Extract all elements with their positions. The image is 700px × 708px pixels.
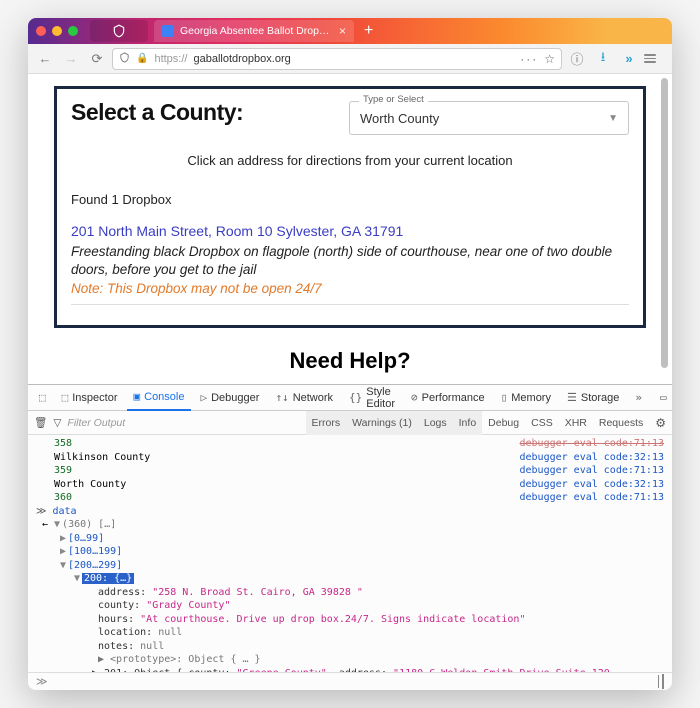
settings-icon[interactable]: ⚙ (649, 411, 672, 435)
tree-index-200[interactable]: ▼200: {…} (74, 572, 672, 586)
console-output[interactable]: 358debugger eval code:71:13 Wilkinson Co… (28, 435, 672, 672)
titlebar: Georgia Absentee Ballot Dropb… × + (28, 18, 672, 44)
address-bar[interactable]: 🔒 https:// gaballotdropbox.org ··· ☆ (112, 48, 562, 70)
page-scrollbar[interactable] (661, 78, 668, 384)
forward-button[interactable]: → (60, 51, 82, 66)
prompt-line: ≫ data (36, 505, 664, 519)
console-toolbar: 🗑 ▽ Filter Output Errors Warnings (1) Lo… (28, 411, 672, 435)
browser-window: Georgia Absentee Ballot Dropb… × + ← → ⟳… (28, 18, 672, 690)
minimize-window[interactable] (52, 26, 62, 36)
tab-inspector[interactable]: ⬚Inspector (55, 385, 125, 411)
app-menu-icon[interactable] (644, 54, 666, 63)
cat-logs[interactable]: Logs (418, 411, 453, 435)
tree-range[interactable]: ▼[200…299] (60, 559, 672, 573)
source-link[interactable]: debugger eval code:71:13 (520, 491, 665, 505)
inspector-picker-icon[interactable]: ⬚ (32, 385, 53, 411)
need-help-heading: Need Help? (54, 348, 646, 374)
cat-xhr[interactable]: XHR (559, 411, 593, 435)
found-text: Found 1 Dropbox (71, 192, 629, 207)
tab-network[interactable]: ↑↓Network (268, 385, 340, 411)
filter-input[interactable]: Filter Output (67, 417, 125, 429)
download-icon[interactable]: ⭳ (592, 48, 614, 70)
console-prompt-icon[interactable]: ≫ (36, 675, 48, 688)
tree-root[interactable]: ← ▼(360) […] (42, 518, 664, 532)
log-line: 359 (36, 464, 520, 478)
tab-console[interactable]: ▣Console (127, 385, 192, 411)
tree-range[interactable]: ▶[0…99] (60, 532, 672, 546)
source-link[interactable]: debugger eval code:32:13 (520, 451, 665, 465)
source-link[interactable]: debugger eval code:32:13 (520, 478, 665, 492)
obj-prop[interactable]: county: "Grady County" (98, 599, 672, 613)
back-button[interactable]: ← (34, 51, 56, 66)
tab-memory[interactable]: ▯Memory (494, 385, 558, 411)
county-select[interactable]: Type or Select Worth County ▼ (349, 101, 629, 135)
cat-css[interactable]: CSS (525, 411, 559, 435)
cat-debug[interactable]: Debug (482, 411, 525, 435)
cat-errors[interactable]: Errors (306, 411, 347, 435)
tab-style[interactable]: {}Style Editor (342, 385, 402, 411)
description-text: Freestanding black Dropbox on flagpole (… (71, 243, 629, 279)
note-text: Note: This Dropbox may not be open 24/7 (71, 281, 629, 296)
overflow-icon[interactable]: » (618, 51, 640, 66)
reload-button[interactable]: ⟳ (86, 51, 108, 67)
shield-icon[interactable] (90, 20, 148, 42)
obj-proto[interactable]: ▶ <prototype>: Object { … } (98, 653, 672, 667)
obj-prop[interactable]: address: "258 N. Broad St. Cairo, GA 398… (98, 586, 672, 600)
tabs-overflow-icon[interactable]: » (628, 385, 649, 411)
close-window[interactable] (36, 26, 46, 36)
dock-icon[interactable]: ▭ (653, 385, 672, 411)
tab-storage[interactable]: ☰Storage (560, 385, 626, 411)
devtools-footer: ≫ (28, 672, 672, 690)
select-legend: Type or Select (359, 94, 428, 105)
browser-tab[interactable]: Georgia Absentee Ballot Dropb… × (154, 20, 354, 42)
tab-debugger[interactable]: ▷Debugger (193, 385, 266, 411)
window-controls (36, 26, 78, 36)
bookmark-icon[interactable]: ☆ (544, 52, 555, 66)
new-tab-button[interactable]: + (364, 23, 373, 39)
page-actions-icon[interactable]: ··· (520, 52, 538, 66)
devtools-tabs: ⬚ ⬚Inspector ▣Console ▷Debugger ↑↓Networ… (28, 385, 672, 411)
tree-range[interactable]: ▶[100…199] (60, 545, 672, 559)
url-host: gaballotdropbox.org (193, 53, 290, 65)
county-card: Select a County: Type or Select Worth Co… (54, 86, 646, 328)
shield-small-icon (119, 52, 130, 66)
filter-icon[interactable]: ▽ (53, 417, 61, 429)
obj-prop[interactable]: notes: null (98, 640, 672, 654)
cat-requests[interactable]: Requests (593, 411, 649, 435)
chevron-down-icon: ▼ (608, 113, 618, 124)
source-link[interactable]: debugger eval code:71:13 (520, 464, 665, 478)
lock-icon: 🔒 (136, 53, 148, 64)
cat-warnings[interactable]: Warnings (1) (346, 411, 418, 435)
tab-performance[interactable]: ⊘Performance (404, 385, 492, 411)
devtools-panel: ⬚ ⬚Inspector ▣Console ▷Debugger ↑↓Networ… (28, 384, 672, 690)
log-line: Worth County (36, 478, 520, 492)
url-toolbar: ← → ⟳ 🔒 https:// gaballotdropbox.org ··· … (28, 44, 672, 74)
tab-title: Georgia Absentee Ballot Dropb… (180, 25, 333, 37)
split-console-icon[interactable] (662, 675, 664, 688)
page-content: Select a County: Type or Select Worth Co… (28, 74, 672, 384)
select-value: Worth County (360, 111, 439, 126)
close-icon[interactable]: × (339, 24, 346, 38)
maximize-window[interactable] (68, 26, 78, 36)
source-link[interactable]: debugger eval code:71:13 (520, 437, 665, 451)
divider (71, 304, 629, 305)
tree-index-201[interactable]: ▶ 201: Object { county: "Greene County",… (74, 667, 672, 672)
log-line: 358 (36, 437, 520, 451)
address-link[interactable]: 201 North Main Street, Room 10 Sylvester… (71, 223, 629, 239)
tab-favicon (162, 25, 174, 37)
obj-prop[interactable]: location: null (98, 626, 672, 640)
log-line: 360 (36, 491, 520, 505)
url-scheme: https:// (154, 53, 187, 65)
info-icon[interactable]: ⓘ (566, 49, 588, 68)
cat-info[interactable]: Info (453, 411, 483, 435)
log-line: Wilkinson County (36, 451, 520, 465)
obj-prop[interactable]: hours: "At courthouse. Drive up drop box… (98, 613, 672, 627)
page-title: Select a County: (71, 99, 243, 126)
trash-icon[interactable]: 🗑 (34, 416, 47, 429)
instruction-text: Click an address for directions from you… (71, 153, 629, 168)
